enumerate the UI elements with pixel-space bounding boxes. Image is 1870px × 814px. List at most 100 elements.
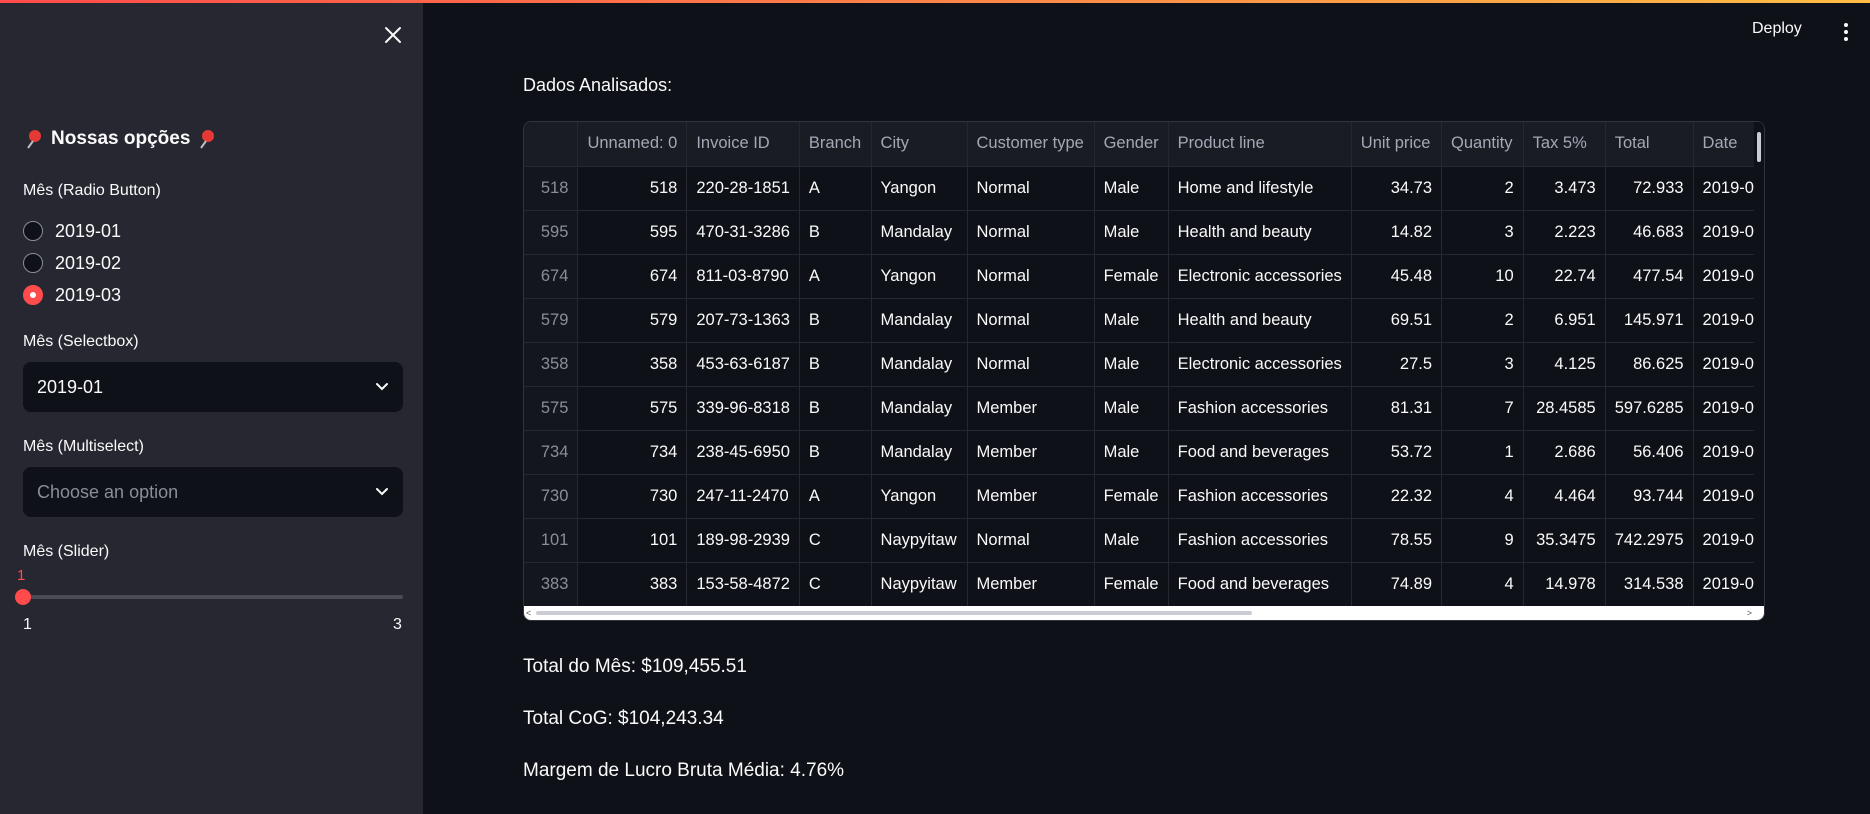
- row-index-cell[interactable]: 101: [524, 518, 579, 563]
- table-cell[interactable]: Member: [967, 386, 1095, 431]
- table-cell[interactable]: 4: [1441, 474, 1524, 519]
- table-cell[interactable]: 314.538: [1605, 562, 1694, 607]
- table-cell[interactable]: 6.951: [1523, 298, 1606, 343]
- table-cell[interactable]: 238-45-6950: [686, 430, 800, 475]
- table-cell[interactable]: 358: [577, 342, 688, 387]
- table-cell[interactable]: 2019-0: [1693, 430, 1764, 475]
- table-cell[interactable]: 3: [1441, 342, 1524, 387]
- table-cell[interactable]: 74.89: [1351, 562, 1443, 607]
- table-cell[interactable]: Normal: [967, 254, 1095, 299]
- table-cell[interactable]: Health and beauty: [1168, 298, 1352, 343]
- table-cell[interactable]: Normal: [967, 518, 1095, 563]
- horizontal-scroll-thumb[interactable]: [536, 611, 1252, 615]
- table-cell[interactable]: 189-98-2939: [686, 518, 800, 563]
- month-slider-track[interactable]: [23, 595, 403, 599]
- table-cell[interactable]: Yangon: [871, 474, 968, 519]
- table-cell[interactable]: 518: [577, 166, 688, 211]
- table-cell[interactable]: 45.48: [1351, 254, 1443, 299]
- table-cell[interactable]: 35.3475: [1523, 518, 1606, 563]
- column-header[interactable]: Branch: [799, 122, 872, 167]
- deploy-button[interactable]: Deploy: [1752, 20, 1802, 44]
- table-cell[interactable]: Mandalay: [871, 386, 968, 431]
- table-cell[interactable]: 10: [1441, 254, 1524, 299]
- table-cell[interactable]: 72.933: [1605, 166, 1694, 211]
- table-cell[interactable]: 730: [577, 474, 688, 519]
- table-cell[interactable]: 69.51: [1351, 298, 1443, 343]
- radio-circle-selected[interactable]: [23, 285, 43, 305]
- table-cell[interactable]: 2019-0: [1693, 298, 1764, 343]
- column-header[interactable]: City: [871, 122, 968, 167]
- column-header[interactable]: Date: [1693, 122, 1764, 167]
- table-cell[interactable]: 145.971: [1605, 298, 1694, 343]
- table-row[interactable]: 579 579 207-73-1363 B Mandalay Normal Male Heal…: [524, 298, 1764, 343]
- table-cell[interactable]: Mandalay: [871, 342, 968, 387]
- table-row[interactable]: 734 734 238-45-6950 B Mandalay Member Male Food…: [524, 430, 1764, 475]
- table-cell[interactable]: 14.978: [1523, 562, 1606, 607]
- vertical-scrollbar[interactable]: [1754, 122, 1764, 606]
- table-cell[interactable]: 597.6285: [1605, 386, 1694, 431]
- table-cell[interactable]: 811-03-8790: [686, 254, 800, 299]
- table-cell[interactable]: 2019-0: [1693, 474, 1764, 519]
- table-cell[interactable]: 34.73: [1351, 166, 1443, 211]
- table-cell[interactable]: 595: [577, 210, 688, 255]
- table-cell[interactable]: 3: [1441, 210, 1524, 255]
- column-header[interactable]: Unnamed: 0: [577, 122, 688, 167]
- table-cell[interactable]: Male: [1094, 210, 1169, 255]
- column-header[interactable]: Tax 5%: [1523, 122, 1606, 167]
- month-multiselect[interactable]: Choose an option: [23, 467, 403, 517]
- table-cell[interactable]: 470-31-3286: [686, 210, 800, 255]
- row-index-cell[interactable]: 579: [524, 298, 579, 343]
- table-cell[interactable]: Male: [1094, 342, 1169, 387]
- table-cell[interactable]: Food and beverages: [1168, 430, 1352, 475]
- table-cell[interactable]: 93.744: [1605, 474, 1694, 519]
- table-cell[interactable]: A: [799, 474, 872, 519]
- table-cell[interactable]: Member: [967, 562, 1095, 607]
- table-cell[interactable]: 1: [1441, 430, 1524, 475]
- table-cell[interactable]: 383: [577, 562, 688, 607]
- table-cell[interactable]: 579: [577, 298, 688, 343]
- table-cell[interactable]: 734: [577, 430, 688, 475]
- row-index-cell[interactable]: 383: [524, 562, 579, 607]
- close-sidebar-button[interactable]: [378, 20, 408, 50]
- table-cell[interactable]: A: [799, 166, 872, 211]
- table-cell[interactable]: B: [799, 430, 872, 475]
- table-cell[interactable]: Fashion accessories: [1168, 386, 1352, 431]
- table-cell[interactable]: Male: [1094, 166, 1169, 211]
- table-cell[interactable]: Normal: [967, 210, 1095, 255]
- table-cell[interactable]: Health and beauty: [1168, 210, 1352, 255]
- table-row[interactable]: 575 575 339-96-8318 B Mandalay Member Male Fash…: [524, 386, 1764, 431]
- radio-option-2019-02[interactable]: 2019-02: [23, 247, 121, 279]
- table-cell[interactable]: 339-96-8318: [686, 386, 800, 431]
- table-cell[interactable]: 2019-0: [1693, 210, 1764, 255]
- table-row[interactable]: 674 674 811-03-8790 A Yangon Normal Female Elec…: [524, 254, 1764, 299]
- data-table[interactable]: Unnamed: 0 Invoice ID Branch City Custom…: [523, 121, 1765, 621]
- row-index-cell[interactable]: 730: [524, 474, 579, 519]
- table-cell[interactable]: Home and lifestyle: [1168, 166, 1352, 211]
- table-cell[interactable]: 2019-0: [1693, 386, 1764, 431]
- table-cell[interactable]: B: [799, 298, 872, 343]
- table-cell[interactable]: B: [799, 342, 872, 387]
- table-cell[interactable]: 2: [1441, 166, 1524, 211]
- table-cell[interactable]: C: [799, 518, 872, 563]
- table-cell[interactable]: 220-28-1851: [686, 166, 800, 211]
- table-cell[interactable]: 2019-0: [1693, 166, 1764, 211]
- table-cell[interactable]: 2.686: [1523, 430, 1606, 475]
- table-cell[interactable]: 28.4585: [1523, 386, 1606, 431]
- table-row[interactable]: 101 101 189-98-2939 C Naypyitaw Normal Male Fas…: [524, 518, 1764, 563]
- table-cell[interactable]: Naypyitaw: [871, 562, 968, 607]
- table-cell[interactable]: 207-73-1363: [686, 298, 800, 343]
- table-cell[interactable]: 9: [1441, 518, 1524, 563]
- table-cell[interactable]: 453-63-6187: [686, 342, 800, 387]
- table-row[interactable]: 358 358 453-63-6187 B Mandalay Normal Male Elec…: [524, 342, 1764, 387]
- scroll-right-icon[interactable]: >: [1747, 608, 1752, 618]
- table-cell[interactable]: 2: [1441, 298, 1524, 343]
- column-header[interactable]: Total: [1605, 122, 1694, 167]
- table-cell[interactable]: 2.223: [1523, 210, 1606, 255]
- table-cell[interactable]: 86.625: [1605, 342, 1694, 387]
- table-cell[interactable]: B: [799, 210, 872, 255]
- table-cell[interactable]: Female: [1094, 254, 1169, 299]
- table-cell[interactable]: A: [799, 254, 872, 299]
- radio-option-2019-01[interactable]: 2019-01: [23, 215, 121, 247]
- table-cell[interactable]: Normal: [967, 298, 1095, 343]
- month-slider-thumb[interactable]: [15, 589, 31, 605]
